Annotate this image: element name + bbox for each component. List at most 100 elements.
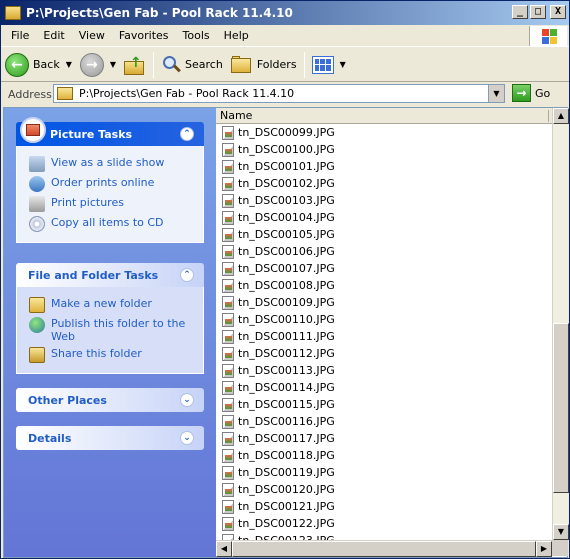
explorer-window: P:\Projects\Gen Fab - Pool Rack 11.4.10 … xyxy=(0,0,570,559)
back-dropdown-icon[interactable]: ▼ xyxy=(66,60,72,69)
file-row[interactable]: tn_DSC00119.JPG xyxy=(216,464,552,481)
file-row[interactable]: tn_DSC00120.JPG xyxy=(216,481,552,498)
go-button[interactable]: → Go xyxy=(512,84,550,102)
scroll-down-button[interactable]: ▼ xyxy=(553,524,569,540)
views-button[interactable]: ▼ xyxy=(308,50,350,80)
file-row[interactable]: tn_DSC00105.JPG xyxy=(216,226,552,243)
file-row[interactable]: tn_DSC00112.JPG xyxy=(216,345,552,362)
scroll-up-button[interactable]: ▲ xyxy=(553,108,569,124)
menu-view[interactable]: View xyxy=(72,29,112,42)
jpg-file-icon xyxy=(222,125,234,140)
file-row[interactable]: tn_DSC00122.JPG xyxy=(216,515,552,532)
picture-tasks-body: View as a slide show Order prints online… xyxy=(16,146,204,243)
jpg-file-icon xyxy=(222,465,234,480)
task-slide-show[interactable]: View as a slide show xyxy=(29,156,195,172)
vertical-scroll-thumb[interactable] xyxy=(553,323,569,493)
address-field[interactable]: P:\Projects\Gen Fab - Pool Rack 11.4.10 … xyxy=(53,84,505,103)
details-header[interactable]: Details ⌄ xyxy=(16,426,204,450)
task-label: Make a new folder xyxy=(51,297,152,310)
minimize-button[interactable]: _ xyxy=(512,5,528,19)
publish-web-icon xyxy=(29,317,45,333)
file-list-pane: Name tn_DSC00099.JPG tn_DSC00100.JPG tn_DS… xyxy=(216,108,552,540)
file-row[interactable]: tn_DSC00103.JPG xyxy=(216,192,552,209)
horizontal-scroll-thumb[interactable] xyxy=(232,541,536,557)
views-dropdown-icon[interactable]: ▼ xyxy=(340,60,346,69)
address-dropdown-icon[interactable]: ▼ xyxy=(488,85,504,102)
file-row[interactable]: tn_DSC00099.JPG xyxy=(216,124,552,141)
maximize-button[interactable]: □ xyxy=(530,5,546,19)
task-publish-web[interactable]: Publish this folder to the Web xyxy=(29,317,195,343)
file-row[interactable]: tn_DSC00117.JPG xyxy=(216,430,552,447)
go-arrow-icon: → xyxy=(512,84,531,102)
file-name: tn_DSC00121.JPG xyxy=(238,500,335,513)
collapse-icon[interactable]: ⌃ xyxy=(180,127,194,141)
scroll-right-button[interactable]: ▶ xyxy=(536,541,552,557)
jpg-file-icon xyxy=(222,193,234,208)
details-panel: Details ⌄ xyxy=(16,426,204,450)
column-header-name[interactable]: Name xyxy=(216,108,552,124)
file-name: tn_DSC00107.JPG xyxy=(238,262,335,275)
file-row[interactable]: tn_DSC00107.JPG xyxy=(216,260,552,277)
horizontal-scrollbar[interactable]: ◀ ▶ xyxy=(216,540,552,557)
file-name: tn_DSC00112.JPG xyxy=(238,347,335,360)
jpg-file-icon xyxy=(222,176,234,191)
file-list: tn_DSC00099.JPG tn_DSC00100.JPG tn_DSC0010… xyxy=(216,124,552,540)
task-order-prints[interactable]: Order prints online xyxy=(29,176,195,192)
task-label: Publish this folder to the Web xyxy=(51,317,186,343)
expand-icon[interactable]: ⌄ xyxy=(180,431,194,445)
task-new-folder[interactable]: Make a new folder xyxy=(29,297,195,313)
printer-icon xyxy=(29,196,45,212)
back-button[interactable]: ← Back ▼ xyxy=(1,50,76,80)
picture-tasks-header[interactable]: Picture Tasks ⌃ xyxy=(16,117,204,146)
file-row[interactable]: tn_DSC00121.JPG xyxy=(216,498,552,515)
other-places-header[interactable]: Other Places ⌄ xyxy=(16,388,204,412)
task-print-pictures[interactable]: Print pictures xyxy=(29,196,195,212)
task-share-folder[interactable]: Share this folder xyxy=(29,347,195,363)
file-name: tn_DSC00115.JPG xyxy=(238,398,335,411)
folders-button[interactable]: Folders xyxy=(227,50,301,80)
file-row[interactable]: tn_DSC00123.JPG xyxy=(216,532,552,540)
folders-icon xyxy=(230,55,253,74)
file-row[interactable]: tn_DSC00102.JPG xyxy=(216,175,552,192)
task-label: Copy all items to CD xyxy=(51,216,164,229)
jpg-file-icon xyxy=(222,431,234,446)
expand-icon[interactable]: ⌄ xyxy=(180,393,194,407)
file-row[interactable]: tn_DSC00108.JPG xyxy=(216,277,552,294)
file-row[interactable]: tn_DSC00116.JPG xyxy=(216,413,552,430)
forward-dropdown-icon[interactable]: ▼ xyxy=(110,60,116,69)
menu-help[interactable]: Help xyxy=(217,29,256,42)
jpg-file-icon xyxy=(222,346,234,361)
file-folder-tasks-header[interactable]: File and Folder Tasks ⌃ xyxy=(16,263,204,287)
file-row[interactable]: tn_DSC00115.JPG xyxy=(216,396,552,413)
order-prints-icon xyxy=(29,176,45,192)
file-row[interactable]: tn_DSC00111.JPG xyxy=(216,328,552,345)
file-row[interactable]: tn_DSC00109.JPG xyxy=(216,294,552,311)
column-separator[interactable] xyxy=(548,110,549,122)
forward-button[interactable]: → ▼ xyxy=(76,50,120,80)
scroll-left-button[interactable]: ◀ xyxy=(216,541,232,557)
file-row[interactable]: tn_DSC00106.JPG xyxy=(216,243,552,260)
menu-tools[interactable]: Tools xyxy=(176,29,217,42)
jpg-file-icon xyxy=(222,414,234,429)
file-row[interactable]: tn_DSC00104.JPG xyxy=(216,209,552,226)
close-button[interactable]: X xyxy=(550,5,566,19)
vertical-scrollbar[interactable]: ▲ ▼ xyxy=(552,108,569,540)
file-row[interactable]: tn_DSC00101.JPG xyxy=(216,158,552,175)
file-row[interactable]: tn_DSC00118.JPG xyxy=(216,447,552,464)
other-places-title: Other Places xyxy=(28,393,107,407)
scroll-corner xyxy=(552,540,568,556)
jpg-file-icon xyxy=(222,295,234,310)
task-label: Print pictures xyxy=(51,196,124,209)
title-bar[interactable]: P:\Projects\Gen Fab - Pool Rack 11.4.10 … xyxy=(1,1,569,25)
file-row[interactable]: tn_DSC00110.JPG xyxy=(216,311,552,328)
up-button[interactable]: ↑ xyxy=(120,50,150,80)
menu-edit[interactable]: Edit xyxy=(36,29,71,42)
menu-favorites[interactable]: Favorites xyxy=(112,29,176,42)
search-button[interactable]: Search xyxy=(157,50,227,80)
collapse-icon[interactable]: ⌃ xyxy=(180,268,194,282)
file-row[interactable]: tn_DSC00114.JPG xyxy=(216,379,552,396)
file-row[interactable]: tn_DSC00100.JPG xyxy=(216,141,552,158)
file-row[interactable]: tn_DSC00113.JPG xyxy=(216,362,552,379)
task-copy-to-cd[interactable]: Copy all items to CD xyxy=(29,216,195,232)
menu-file[interactable]: File xyxy=(1,29,36,42)
